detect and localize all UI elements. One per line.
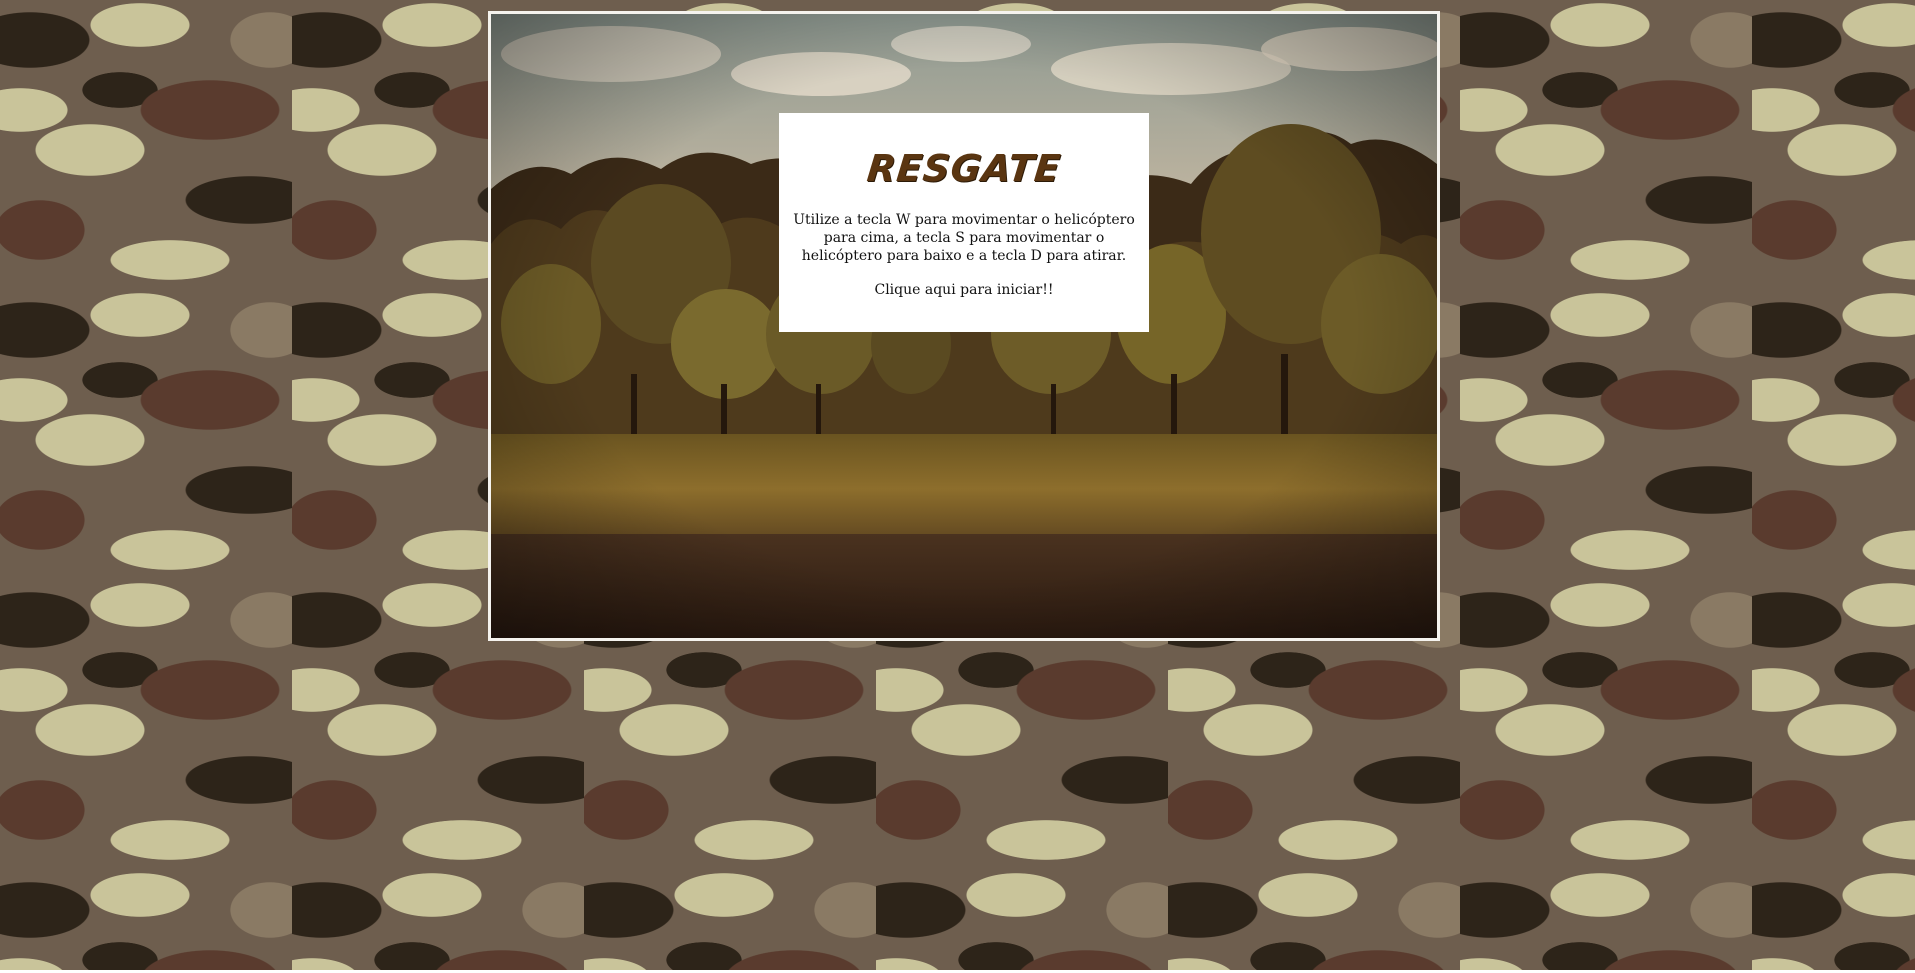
- instructions-text: Utilize a tecla W para movimentar o heli…: [793, 212, 1135, 264]
- start-game-link[interactable]: Clique aqui para iniciar!!: [874, 281, 1053, 299]
- start-panel: RESGATE Utilize a tecla W para movimenta…: [779, 113, 1149, 332]
- game-title: RESGATE: [865, 147, 1064, 190]
